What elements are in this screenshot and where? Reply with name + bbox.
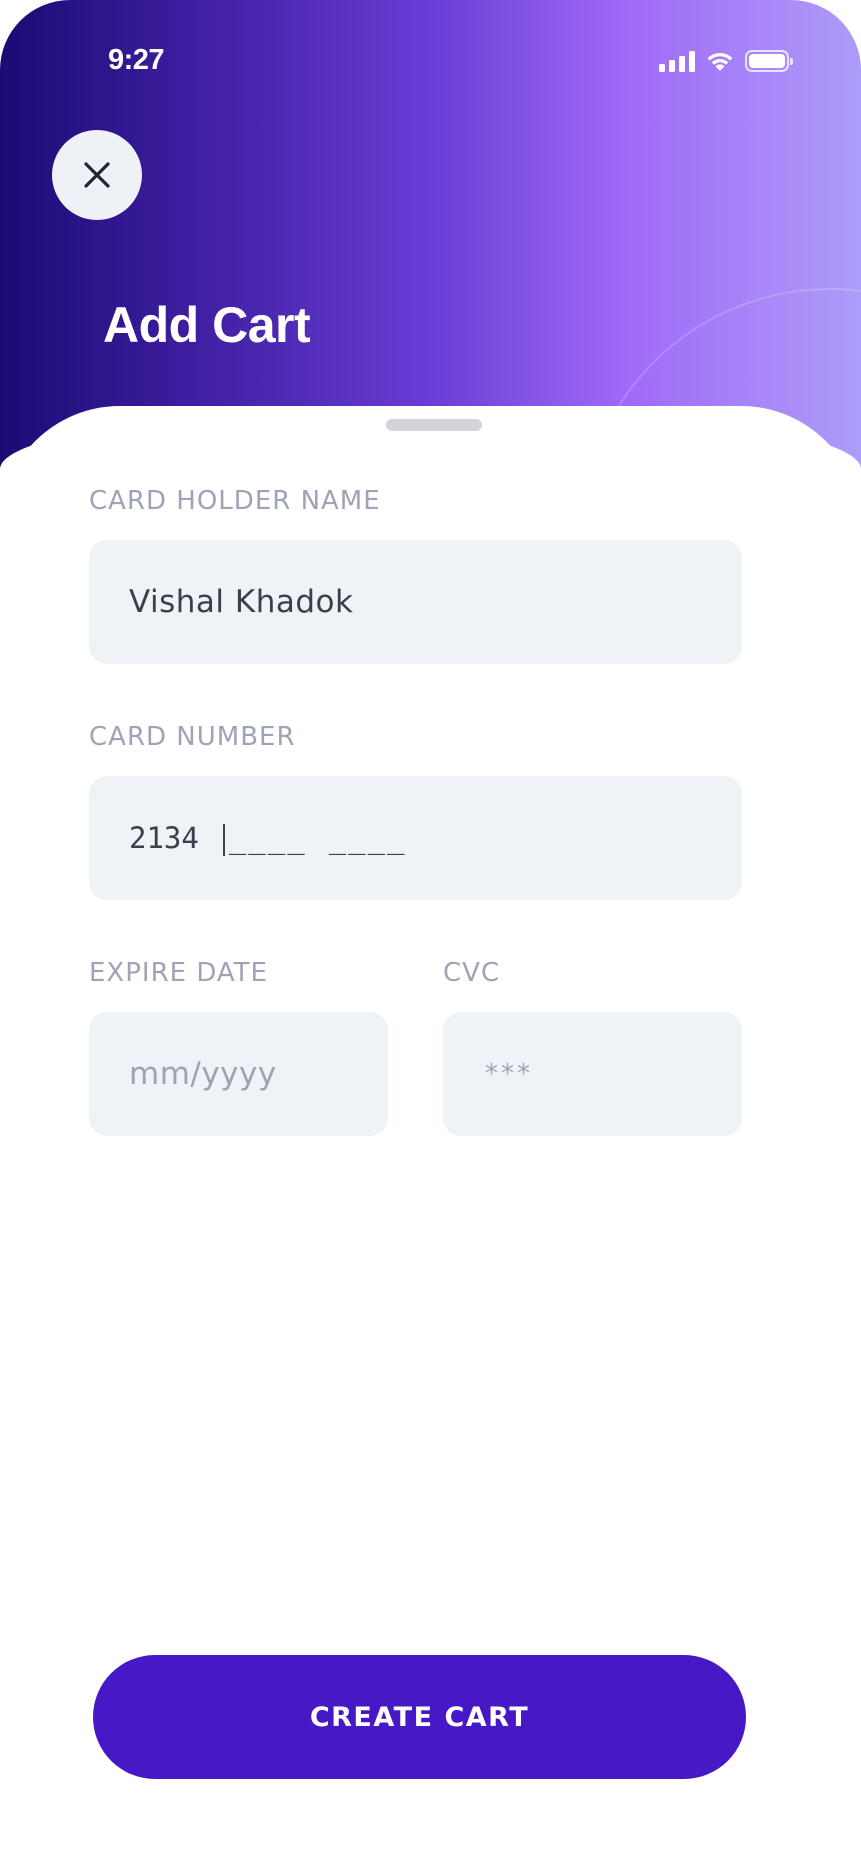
expire-date-field[interactable]: mm/yyyy <box>89 1012 388 1136</box>
battery-icon <box>745 50 793 72</box>
close-button[interactable] <box>52 130 142 220</box>
page-title: Add Cart <box>103 297 311 353</box>
card-holder-value: Vishal Khadok <box>129 584 354 620</box>
create-cart-button[interactable]: CREATE CART <box>93 1655 746 1779</box>
status-bar: 9:27 <box>0 0 861 120</box>
drag-handle[interactable] <box>386 419 482 431</box>
signal-icon <box>659 50 695 72</box>
card-holder-field[interactable]: Vishal Khadok <box>89 540 742 664</box>
card-number-label: CARD NUMBER <box>89 722 296 752</box>
wifi-icon <box>707 52 733 71</box>
expire-date-label: EXPIRE DATE <box>89 958 268 988</box>
card-number-mask: ____ <box>328 821 407 855</box>
card-number-digits: 2134 <box>129 821 199 855</box>
cvc-field[interactable]: *** <box>443 1012 742 1136</box>
card-number-value: 2134 ____ ____ <box>129 821 407 856</box>
card-holder-label: CARD HOLDER NAME <box>89 486 381 516</box>
cvc-label: CVC <box>443 958 501 988</box>
cvc-placeholder: *** <box>485 1059 533 1089</box>
app-screen: 9:27 Add Cart CARD HOLDER NAME Vishal Kh… <box>0 0 861 1860</box>
expire-date-placeholder: mm/yyyy <box>129 1056 277 1092</box>
create-cart-label: CREATE CART <box>309 1701 530 1733</box>
status-icons <box>659 48 793 72</box>
close-icon <box>84 162 110 188</box>
text-caret <box>222 824 225 856</box>
card-number-field[interactable]: 2134 ____ ____ <box>89 776 742 900</box>
status-time: 9:27 <box>108 44 165 76</box>
card-number-mask: ____ <box>228 821 307 855</box>
